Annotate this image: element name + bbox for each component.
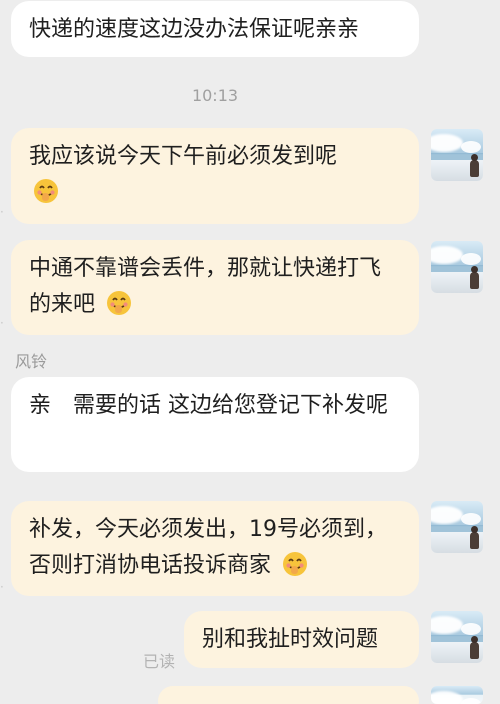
avatar-person bbox=[470, 526, 479, 549]
left-edge-mark: · bbox=[0, 316, 4, 330]
avatar-cloud bbox=[461, 141, 481, 153]
outgoing-message-bubble[interactable]: 我应该说今天下午前必须发到呢 bbox=[11, 128, 419, 224]
avatar[interactable] bbox=[431, 129, 483, 181]
message-text: 补发，今天必须发出，19号必须到，否则打消协电话投诉商家 bbox=[29, 517, 387, 578]
avatar[interactable] bbox=[431, 501, 483, 553]
shy-smile-emoji-icon bbox=[283, 552, 308, 576]
message-text: 亲 需要的话 这边给您登记下补发呢 bbox=[29, 393, 388, 418]
outgoing-message-bubble[interactable]: 中通不靠谱会丢件，那就让快递打飞的来吧 bbox=[11, 240, 419, 335]
chat-conversation: 快递的速度这边没办法保证呢亲亲 10:13 我应该说今天下午前必须发到呢 中通不… bbox=[0, 0, 500, 704]
avatar-person bbox=[470, 154, 479, 177]
avatar-sky bbox=[431, 506, 463, 524]
shy-smile-emoji-icon bbox=[34, 179, 58, 203]
avatar[interactable] bbox=[431, 241, 483, 293]
message-text: 中通不靠谱会丢件，那就让快递打飞的来吧 bbox=[29, 256, 382, 317]
incoming-message-bubble[interactable]: 亲 需要的话 这边给您登记下补发呢 bbox=[11, 377, 419, 472]
avatar-sky bbox=[431, 616, 463, 634]
shy-smile-emoji-icon bbox=[107, 291, 132, 315]
incoming-message-bubble[interactable]: 快递的速度这边没办法保证呢亲亲 bbox=[11, 1, 419, 57]
avatar-partial[interactable] bbox=[431, 686, 483, 704]
read-receipt: 已读 bbox=[143, 652, 176, 671]
left-edge-mark: · bbox=[0, 580, 4, 594]
message-text: 别和我扯时效问题 bbox=[202, 627, 379, 652]
avatar-person bbox=[470, 636, 479, 659]
avatar[interactable] bbox=[431, 611, 483, 663]
outgoing-message-bubble[interactable]: 别和我扯时效问题 bbox=[184, 611, 419, 668]
outgoing-message-bubble-partial[interactable] bbox=[158, 686, 419, 704]
outgoing-message-bubble[interactable]: 补发，今天必须发出，19号必须到，否则打消协电话投诉商家 bbox=[11, 501, 419, 596]
sender-name: 风铃 bbox=[15, 352, 48, 371]
message-text: 我应该说今天下午前必须发到呢 bbox=[29, 144, 338, 169]
avatar-cloud bbox=[461, 623, 481, 635]
avatar-sky bbox=[431, 691, 463, 704]
avatar-sky bbox=[431, 246, 463, 264]
avatar-cloud bbox=[461, 513, 481, 525]
avatar-cloud bbox=[461, 698, 481, 704]
timestamp: 10:13 bbox=[191, 86, 239, 105]
left-edge-mark: · bbox=[0, 205, 4, 219]
avatar-sky bbox=[431, 134, 463, 152]
message-text: 快递的速度这边没办法保证呢亲亲 bbox=[29, 17, 360, 42]
avatar-person bbox=[470, 266, 479, 289]
avatar-cloud bbox=[461, 253, 481, 265]
